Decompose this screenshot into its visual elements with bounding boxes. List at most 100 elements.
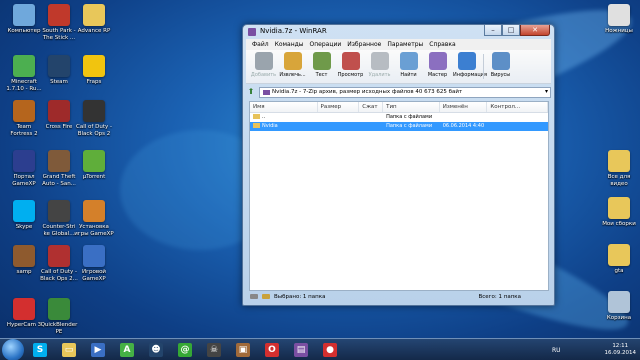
desktop-icon-advancerp[interactable]: Advance RP <box>73 4 115 35</box>
taskbar-app-opera[interactable]: O <box>259 340 285 360</box>
toolbar-button-label: Удалить <box>368 72 391 78</box>
col-packed[interactable]: Сжат <box>359 102 384 112</box>
toolbar-button[interactable]: Добавить <box>250 52 277 81</box>
col-crc[interactable]: Контрол... <box>487 102 548 112</box>
col-type[interactable]: Тип <box>383 102 440 112</box>
gta-icon <box>48 150 70 172</box>
opera-icon: O <box>265 342 279 357</box>
menu-operations[interactable]: Операции <box>310 39 342 50</box>
taskbar-app-explorer[interactable]: ▭ <box>56 340 82 360</box>
toolbar-button[interactable]: Тест <box>308 52 335 81</box>
toolbar-button-icon <box>457 52 476 70</box>
winrar-app-icon[interactable] <box>248 28 256 36</box>
gamexp2-icon <box>83 245 105 267</box>
up-folder-icon[interactable]: ⬆ <box>246 87 256 97</box>
toolbar-button-icon <box>428 52 447 70</box>
taskbar-app-gta[interactable]: ▣ <box>230 340 256 360</box>
taskbar-app-hypercam[interactable]: ● <box>317 340 343 360</box>
desktop-icon-everything[interactable]: Все для видео <box>598 150 640 187</box>
explorer-icon: ▭ <box>62 342 76 357</box>
toolbar-button-icon <box>283 52 302 70</box>
table-row[interactable]: .. Папка с файлами <box>250 113 548 122</box>
close-button[interactable]: ✕ <box>520 25 550 36</box>
desktop-icon-label: Advance RP <box>77 28 111 34</box>
chevron-down-icon[interactable]: ▾ <box>545 88 548 95</box>
taskbar-app-terraria[interactable]: A <box>114 340 140 360</box>
everything-icon <box>608 150 630 172</box>
path-box[interactable]: Nvidia.7z - 7-Zip архив, размер исходных… <box>259 86 551 98</box>
table-row[interactable]: Nvidia Папка с файлами 06.06.2014 4:40 <box>250 122 548 131</box>
tf2-icon <box>13 100 35 122</box>
myvideo-icon <box>608 197 630 219</box>
system-tray: RU 12:11 16.09.2014 <box>552 339 640 360</box>
desktop-icon-recycle[interactable]: Корзина <box>598 291 640 322</box>
toolbar-button-label: Мастер <box>427 72 448 78</box>
path-bar: ⬆ Nvidia.7z - 7-Zip архив, размер исходн… <box>246 86 551 98</box>
menu-favorites[interactable]: Избранное <box>347 39 381 50</box>
desktop-icon-quickblender[interactable]: QuickBlender PE <box>38 298 80 335</box>
toolbar-button[interactable]: Вирусы <box>487 52 514 81</box>
toolbar-button[interactable]: Удалить <box>366 52 393 81</box>
taskbar: S ▭ ▶ A ☻ @ ☠ ▣ O ▤ ● RU 12:11 16.09.2014 <box>0 338 640 360</box>
desktop-icon-label: gta <box>614 268 624 274</box>
clock[interactable]: 12:11 16.09.2014 <box>605 343 637 357</box>
desktop-icon-gamexp2[interactable]: Игровой GameXP <box>73 245 115 282</box>
file-list[interactable]: Имя Размер Сжат Тип Изменён Контрол... .… <box>249 101 549 291</box>
table-cell <box>359 122 383 131</box>
desktop-icon-label: Игровой GameXP <box>81 269 107 282</box>
window-titlebar[interactable]: Nvidia.7z - WinRAR – □ ✕ <box>243 25 554 39</box>
toolbar-button-label: Найти <box>400 72 417 78</box>
menu-options[interactable]: Параметры <box>387 39 423 50</box>
taskbar-app-mediaplayer[interactable]: ▶ <box>85 340 111 360</box>
desktop-icon-label: µTorrent <box>82 174 106 180</box>
taskbar-app-skype[interactable]: S <box>27 340 53 360</box>
desktop-icon-label: Корзина <box>606 315 632 321</box>
language-indicator[interactable]: RU <box>552 347 561 354</box>
utorrent-icon <box>83 150 105 172</box>
toolbar-button[interactable]: Информация <box>453 52 487 81</box>
desktop-icon-gameinst[interactable]: Установка игры GameXP <box>73 200 115 237</box>
desktop-icon-label: Ножницы <box>605 28 633 34</box>
desktop-icon-gtafolder[interactable]: gta <box>598 244 640 275</box>
toolbar-button[interactable]: Просмотр <box>337 52 364 81</box>
winrar-window[interactable]: Nvidia.7z - WinRAR – □ ✕ Файл Команды Оп… <box>242 24 555 306</box>
toolbar-button[interactable]: Найти <box>395 52 422 81</box>
key-icon <box>262 294 270 299</box>
taskbar-app-steam[interactable]: ☻ <box>143 340 169 360</box>
toolbar-button[interactable]: Мастер <box>424 52 451 81</box>
desktop-icon-scissors[interactable]: Ножницы <box>598 4 640 35</box>
advancerp-icon <box>83 4 105 26</box>
desktop-icon-myvideo[interactable]: Мои сборки <box>598 197 640 228</box>
menu-commands[interactable]: Команды <box>275 39 304 50</box>
crossfire-icon <box>48 100 70 122</box>
clock-time: 12:11 <box>612 343 629 349</box>
desktop-icon-cod[interactable]: Call of Duty - Black Ops 2 <box>73 100 115 137</box>
minecraft-icon <box>13 55 35 77</box>
col-size[interactable]: Размер <box>318 102 360 112</box>
maximize-button[interactable]: □ <box>502 25 520 36</box>
desktop-icon-fraps[interactable]: Fraps <box>73 55 115 86</box>
col-modified[interactable]: Изменён <box>440 102 488 112</box>
desktop-icon-utorrent[interactable]: µTorrent <box>73 150 115 181</box>
start-button[interactable] <box>2 338 24 360</box>
col-name[interactable]: Имя <box>250 102 318 112</box>
folder-icon <box>253 123 260 128</box>
minimize-button[interactable]: – <box>484 25 502 36</box>
taskbar-app-winrar[interactable]: ▤ <box>288 340 314 360</box>
toolbar-button[interactable]: Извлечь... <box>279 52 306 81</box>
desktop-icon-label: Все для видео <box>607 174 631 187</box>
path-text: Nvidia.7z - 7-Zip архив, размер исходных… <box>272 89 463 95</box>
menu-help[interactable]: Справка <box>429 39 455 50</box>
taskbar-app-icq[interactable]: @ <box>172 340 198 360</box>
hypercam-icon: ● <box>323 342 337 357</box>
menu-file[interactable]: Файл <box>252 39 269 50</box>
toolbar-button-icon <box>312 52 331 70</box>
toolbar-button-label: Тест <box>315 72 328 78</box>
icq-icon: @ <box>178 342 192 357</box>
toolbar-button-icon <box>491 52 510 70</box>
toolbar-separator <box>483 54 484 79</box>
taskbar-app-cod[interactable]: ☠ <box>201 340 227 360</box>
table-cell: Папка с файлами <box>386 114 433 120</box>
toolbar: Добавить Извлечь... Тест Просмотр Удалить Най… <box>246 50 551 84</box>
window-title: Nvidia.7z - WinRAR <box>260 27 327 35</box>
